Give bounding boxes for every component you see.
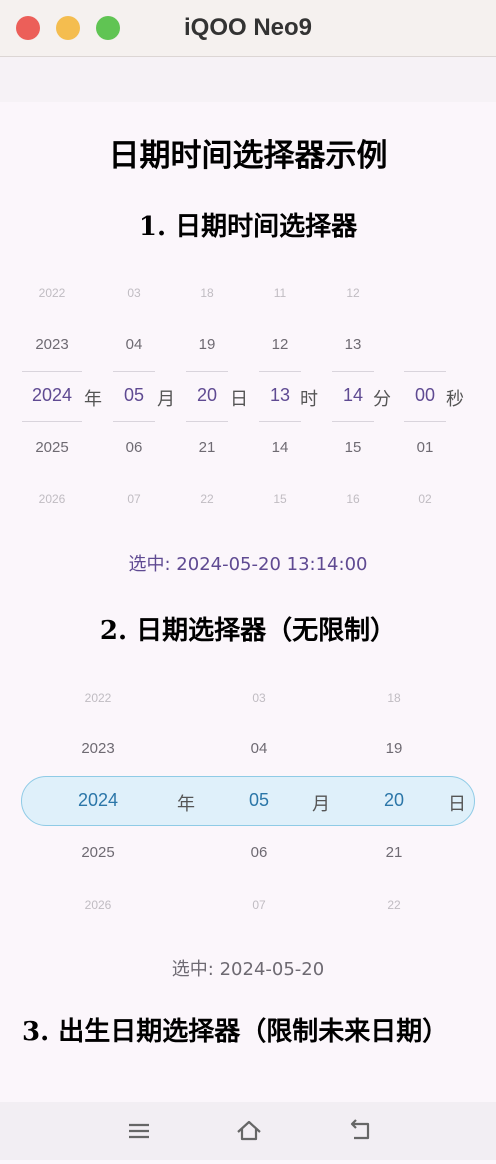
menu-icon [129, 1123, 149, 1139]
section1-selected-text: 选中: 2024-05-20 13:14:00 [128, 554, 368, 575]
wheel-item: 21 [198, 439, 216, 456]
month-unit-label: 月 [157, 389, 175, 410]
page-title: 日期时间选择器示例 [108, 138, 388, 174]
wheel-item: 2022 [84, 691, 112, 705]
section1-title: 1. 日期时间选择器 [138, 212, 358, 242]
section3-title: 3. 出生日期选择器（限制未来日期） [22, 1017, 449, 1047]
wheel-item-selected: 05 [248, 790, 270, 810]
wheel-item: 13 [344, 336, 362, 353]
wheel-item: 06 [250, 844, 268, 861]
wheel-item: 2026 [38, 492, 66, 506]
selection-divider [259, 421, 301, 422]
wheel-item: 21 [385, 844, 403, 861]
selection-divider [22, 421, 82, 422]
second-unit-label: 秒 [446, 389, 464, 410]
wheel-item: 07 [252, 898, 266, 912]
wheel-item: 2023 [35, 336, 69, 353]
wheel-item: 2025 [81, 844, 115, 861]
navigation-bar [0, 1102, 496, 1160]
wheel-item: 01 [416, 439, 434, 456]
home-icon [237, 1120, 261, 1141]
day-unit-label: 日 [448, 794, 466, 815]
wheel-item: 03 [252, 691, 266, 705]
wheel-item: 12 [271, 336, 289, 353]
selection-divider [404, 371, 446, 372]
wheel-item: 02 [418, 492, 432, 506]
selection-divider [332, 421, 374, 422]
wheel-item: 04 [125, 336, 143, 353]
selection-divider [404, 421, 446, 422]
wheel-item: 16 [346, 492, 360, 506]
wheel-item-selected: 20 [383, 790, 405, 810]
wheel-item: 12 [346, 286, 360, 300]
selection-divider [22, 371, 82, 372]
year-unit-label: 年 [177, 794, 195, 815]
selection-divider [186, 421, 228, 422]
home-button[interactable] [219, 1102, 279, 1160]
wheel-item: 04 [250, 740, 268, 757]
selection-divider [113, 421, 155, 422]
wheel-item-selected: 00 [414, 385, 436, 405]
wheel-item: 2023 [81, 740, 115, 757]
menu-button[interactable] [108, 1102, 168, 1160]
wheel-item: 19 [198, 336, 216, 353]
wheel-item: 03 [127, 286, 141, 300]
wheel-item: 11 [273, 286, 287, 300]
wheel-item: 18 [387, 691, 401, 705]
window-title: iQOO Neo9 [183, 14, 313, 41]
wheel-item: 19 [385, 740, 403, 757]
wheel-item: 07 [127, 492, 141, 506]
status-bar [0, 57, 496, 102]
selection-divider [186, 371, 228, 372]
section2-selected-text: 选中: 2024-05-20 [171, 959, 325, 980]
wheel-item-selected: 2024 [31, 385, 73, 405]
hour-unit-label: 时 [300, 389, 318, 410]
wheel-item: 14 [271, 439, 289, 456]
wheel-item: 2022 [38, 286, 66, 300]
wheel-item: 06 [125, 439, 143, 456]
day-unit-label: 日 [230, 389, 248, 410]
year-unit-label: 年 [84, 389, 102, 410]
wheel-item: 22 [387, 898, 401, 912]
month-unit-label: 月 [312, 794, 330, 815]
wheel-item: 22 [200, 492, 214, 506]
wheel-item-selected: 2024 [77, 790, 119, 810]
wheel-item-selected: 14 [342, 385, 364, 405]
wheel-item: 15 [273, 492, 287, 506]
window-titlebar: iQOO Neo9 [0, 0, 496, 57]
wheel-item: 2026 [84, 898, 112, 912]
minute-unit-label: 分 [373, 389, 391, 410]
back-button[interactable] [330, 1102, 390, 1160]
wheel-item-selected: 20 [196, 385, 218, 405]
wheel-item-selected: 13 [269, 385, 291, 405]
selection-divider [332, 371, 374, 372]
scroll-content[interactable]: 日期时间选择器示例 1. 日期时间选择器 2022 2023 2024 2025… [0, 102, 496, 1102]
selection-divider [259, 371, 301, 372]
back-icon [350, 1119, 370, 1140]
wheel-item: 15 [344, 439, 362, 456]
section2-title: 2. 日期选择器（无限制） [99, 616, 397, 646]
wheel-item-selected: 05 [123, 385, 145, 405]
wheel-item: 18 [200, 286, 214, 300]
wheel-item: 2025 [35, 439, 69, 456]
selection-divider [113, 371, 155, 372]
